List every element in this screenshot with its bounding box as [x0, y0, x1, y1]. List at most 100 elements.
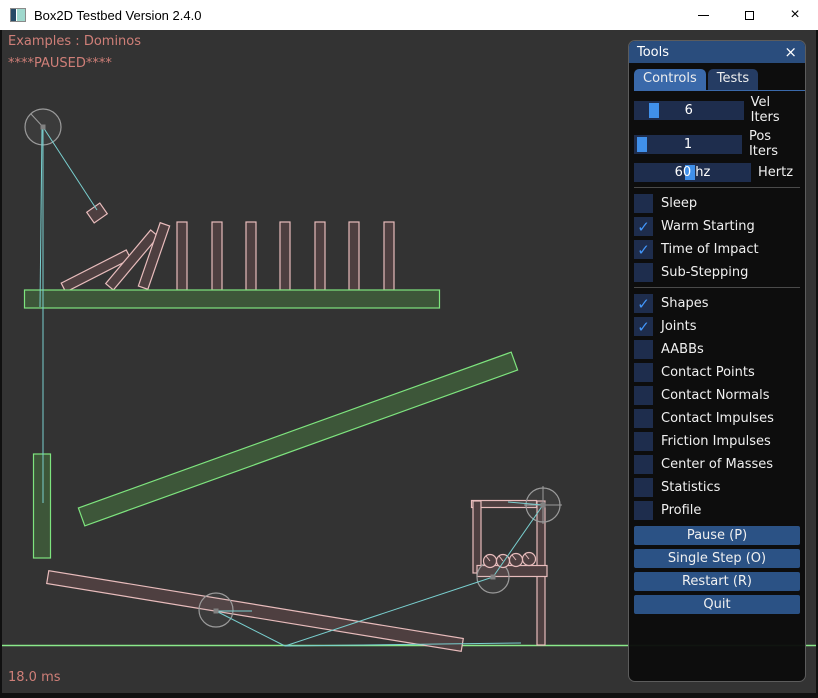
checkbox-profile[interactable] — [634, 501, 653, 520]
platform[interactable] — [25, 290, 440, 308]
checkbox-label: Center of Masses — [661, 457, 773, 472]
minimize-icon — [698, 15, 709, 16]
checkbox-label: Warm Starting — [661, 219, 755, 234]
checkbox-row: ✓ Shapes — [634, 294, 800, 313]
domino[interactable] — [246, 222, 256, 290]
checkbox-statistics[interactable] — [634, 478, 653, 497]
checkbox-row: Sub-Stepping — [634, 263, 800, 282]
app-window: Box2D Testbed Version 2.4.0 × Examples :… — [0, 0, 818, 698]
checkbox-label: Statistics — [661, 480, 720, 495]
checkbox-label: AABBs — [661, 342, 704, 357]
checkbox-label: Profile — [661, 503, 701, 518]
joint-line — [40, 127, 42, 307]
slider-hertz[interactable]: 60 hz — [634, 163, 751, 182]
checkbox-row: ✓ Time of Impact — [634, 240, 800, 259]
tab-underline — [634, 90, 805, 91]
slider-value: 1 — [634, 135, 742, 154]
close-button[interactable]: × — [772, 0, 818, 30]
checkmark-icon: ✓ — [637, 318, 650, 336]
minimize-button[interactable] — [680, 0, 726, 30]
joint-line — [43, 127, 97, 210]
slider-row: 1 Pos Iters — [634, 129, 800, 159]
domino[interactable] — [280, 222, 290, 290]
tab-tests[interactable]: Tests — [708, 69, 758, 90]
physics-viewport[interactable]: Examples : Dominos ****PAUSED**** 18.0 m… — [2, 30, 816, 693]
stand-left-leg[interactable] — [473, 501, 481, 573]
checkbox-contact-normals[interactable] — [634, 386, 653, 405]
quit-button[interactable]: Quit — [634, 595, 800, 614]
tools-panel-title: Tools — [637, 45, 784, 60]
window-titlebar[interactable]: Box2D Testbed Version 2.4.0 × — [0, 0, 818, 30]
checkbox-friction-impulses[interactable] — [634, 432, 653, 451]
domino[interactable] — [384, 222, 394, 290]
tab-controls[interactable]: Controls — [634, 69, 706, 90]
maximize-icon — [745, 11, 754, 20]
seesaw-plank[interactable] — [47, 571, 464, 652]
checkbox-joints[interactable]: ✓ — [634, 317, 653, 336]
domino[interactable] — [315, 222, 325, 290]
checkbox-label: Contact Points — [661, 365, 755, 380]
app-icon — [10, 8, 26, 22]
tools-panel: Tools × ControlsTests 6 Vel Iters 1 Pos Ite… — [628, 40, 806, 682]
checkbox-row: Profile — [634, 501, 800, 520]
panel-close-icon[interactable]: × — [784, 45, 797, 60]
checkbox-row: ✓ Warm Starting — [634, 217, 800, 236]
slider-label: Pos Iters — [749, 129, 800, 159]
single-step-o-button[interactable]: Single Step (O) — [634, 549, 800, 568]
joint-anchor — [491, 575, 496, 580]
checkbox-sub-stepping[interactable] — [634, 263, 653, 282]
checkbox-row: Contact Points — [634, 363, 800, 382]
separator — [634, 287, 800, 288]
checkbox-shapes[interactable]: ✓ — [634, 294, 653, 313]
checkbox-contact-impulses[interactable] — [634, 409, 653, 428]
checkbox-row: ✓ Joints — [634, 317, 800, 336]
checkbox-row: Contact Normals — [634, 386, 800, 405]
joint-anchor — [214, 609, 219, 614]
tab-bar: ControlsTests — [634, 69, 800, 90]
checkbox-label: Time of Impact — [661, 242, 759, 257]
slider-label: Hertz — [758, 165, 793, 180]
checkmark-icon: ✓ — [637, 241, 650, 259]
checkbox-contact-points[interactable] — [634, 363, 653, 382]
slider-vel-iters[interactable]: 6 — [634, 101, 744, 120]
slider-value: 6 — [634, 101, 744, 120]
checkbox-sleep[interactable] — [634, 194, 653, 213]
hanging-box[interactable] — [87, 203, 108, 223]
checkbox-center-of-masses[interactable] — [634, 455, 653, 474]
window-title: Box2D Testbed Version 2.4.0 — [34, 8, 201, 23]
checkbox-warm-starting[interactable]: ✓ — [634, 217, 653, 236]
paused-label: ****PAUSED**** — [8, 56, 112, 71]
checkbox-row: Center of Masses — [634, 455, 800, 474]
slider-label: Vel Iters — [751, 95, 800, 125]
checkbox-row: Sleep — [634, 194, 800, 213]
checkbox-label: Friction Impulses — [661, 434, 771, 449]
close-icon: × — [790, 7, 799, 23]
checkbox-label: Shapes — [661, 296, 708, 311]
button-group: Pause (P) Single Step (O) Restart (R) Quit — [634, 526, 800, 614]
checkmark-icon: ✓ — [637, 295, 650, 313]
slider-pos-iters[interactable]: 1 — [634, 135, 742, 154]
vertical-post[interactable] — [34, 454, 51, 558]
checkbox-label: Sub-Stepping — [661, 265, 748, 280]
checkbox-label: Joints — [661, 319, 697, 334]
domino[interactable] — [212, 222, 222, 290]
example-label: Examples : Dominos — [8, 34, 141, 49]
checkbox-aabbs[interactable] — [634, 340, 653, 359]
maximize-button[interactable] — [726, 0, 772, 30]
domino[interactable] — [177, 222, 187, 290]
restart-r-button[interactable]: Restart (R) — [634, 572, 800, 591]
joint-anchor — [541, 503, 546, 508]
checkbox-label: Contact Normals — [661, 388, 770, 403]
checkbox-time-of-impact[interactable]: ✓ — [634, 240, 653, 259]
checkbox-row: AABBs — [634, 340, 800, 359]
frame-time-label: 18.0 ms — [8, 670, 61, 685]
ramp-plank[interactable] — [78, 352, 517, 526]
joint-anchor — [41, 125, 46, 130]
window-controls: × — [680, 0, 818, 30]
checkbox-row: Contact Impulses — [634, 409, 800, 428]
pause-p-button[interactable]: Pause (P) — [634, 526, 800, 545]
tools-panel-titlebar[interactable]: Tools × — [629, 41, 805, 63]
domino[interactable] — [349, 222, 359, 290]
tools-panel-content: ControlsTests 6 Vel Iters 1 Pos Iters 60 hz H… — [629, 69, 805, 614]
slider-group: 6 Vel Iters 1 Pos Iters 60 hz Hertz — [634, 95, 800, 182]
